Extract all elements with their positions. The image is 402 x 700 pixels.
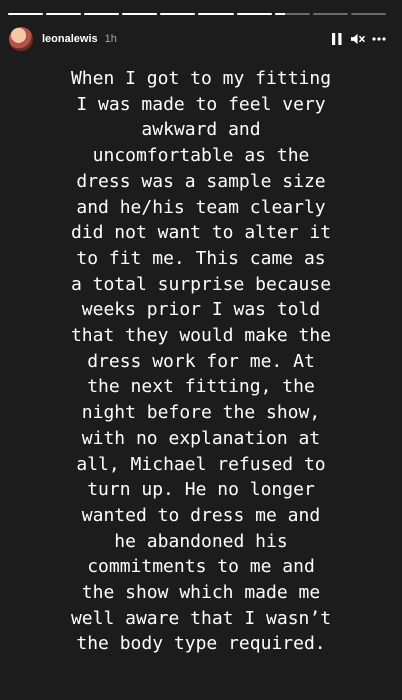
story-viewer[interactable]: leonalewis 1h When I got to my fitting I… (0, 0, 402, 700)
progress-segment (236, 13, 272, 15)
progress-segment-fill (122, 13, 158, 15)
speaker-muted-icon (351, 33, 365, 45)
progress-segment-fill (198, 13, 234, 15)
story-text: When I got to my fitting I was made to f… (70, 68, 332, 655)
pause-button[interactable] (330, 31, 344, 47)
progress-segment (122, 13, 158, 15)
progress-segment (8, 13, 44, 15)
progress-segment-fill (236, 13, 272, 15)
post-time: 1h (104, 33, 117, 45)
pause-icon (332, 33, 342, 45)
progress-segment (198, 13, 234, 15)
mute-button[interactable] (351, 31, 365, 47)
progress-segment (160, 13, 196, 15)
username[interactable]: leonalewis (42, 33, 98, 45)
progress-segment (274, 13, 310, 15)
progress-segment-fill (160, 13, 196, 15)
progress-segment (84, 13, 120, 15)
more-options-icon (372, 37, 386, 41)
avatar[interactable] (9, 27, 33, 51)
progress-segment-fill (84, 13, 120, 15)
progress-segment (312, 13, 348, 15)
progress-segment-fill (8, 13, 44, 15)
more-options-button[interactable] (372, 31, 386, 47)
story-progress-bar (8, 13, 386, 15)
progress-segment-fill (274, 13, 286, 15)
progress-segment (46, 13, 82, 15)
progress-segment (350, 13, 386, 15)
story-controls (330, 31, 386, 47)
progress-segment-fill (46, 13, 82, 15)
story-header: leonalewis 1h (9, 26, 386, 52)
